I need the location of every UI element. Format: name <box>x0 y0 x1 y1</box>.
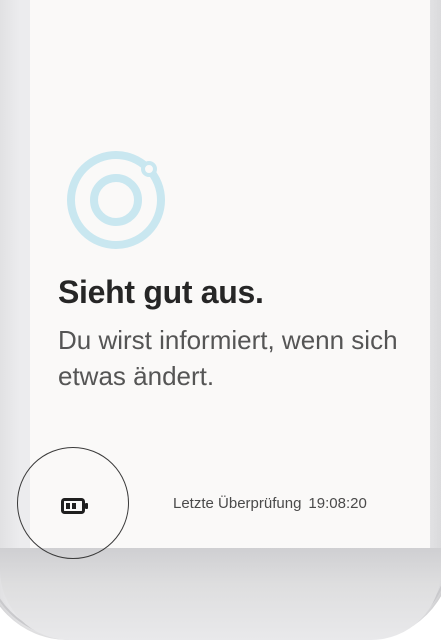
status-description: Du wirst informiert, wenn sich etwas änd… <box>58 325 398 391</box>
stage: Sieht gut aus. Du wirst informiert, wenn… <box>0 0 441 640</box>
last-check-label: Letzte Überprüfung <box>173 495 302 512</box>
battery-icon[interactable] <box>61 498 89 514</box>
status-ring-icon <box>67 151 165 249</box>
status-title: Sieht gut aus. <box>58 274 264 310</box>
last-check-status: Letzte Überprüfung 19:08:20 <box>173 495 367 512</box>
last-check-time: 19:08:20 <box>308 495 367 512</box>
phone-bottom-bezel <box>0 548 441 640</box>
